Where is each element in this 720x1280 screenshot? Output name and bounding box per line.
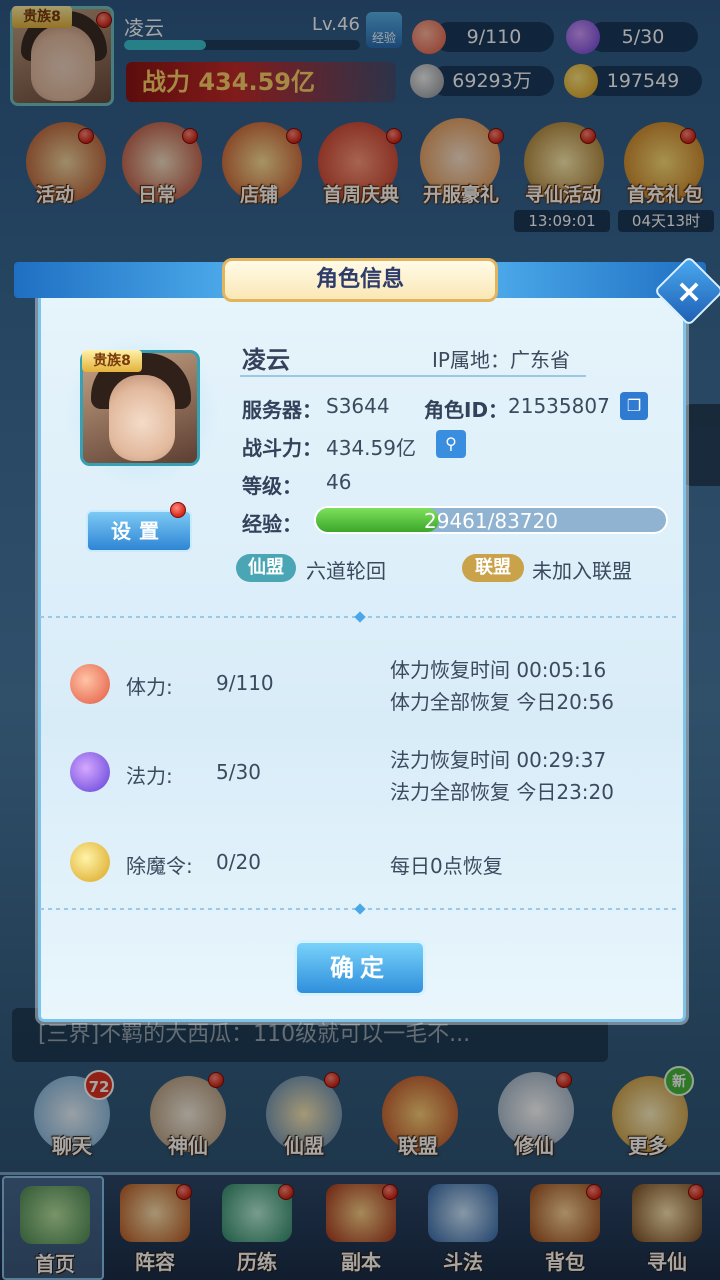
demon-token-icon [70,842,110,882]
exp-label: 经验： [242,512,302,536]
power-value: 434.59亿 [326,436,416,460]
stat-full-recovery: 体力全部恢复 今日20:56 [390,690,614,714]
sect-tag: 仙盟 [236,554,296,582]
sect-name[interactable]: 六道轮回 [306,555,386,584]
exp-progress-text: 29461/83720 [424,509,558,533]
close-icon: × [675,272,703,310]
alliance-tag: 联盟 [462,554,524,582]
level-label: 等级： [242,474,302,498]
stat-value: 0/20 [216,850,261,874]
stat-value: 9/110 [216,671,274,695]
character-name: 凌云 [242,346,290,374]
alliance-name: 未加入联盟 [532,559,632,583]
dialog-title: 角色信息 [222,258,498,302]
role-id-value: 21535807 [508,394,610,418]
stat-label: 体力: [126,675,173,699]
stat-recovery-note: 每日0点恢复 [390,854,503,878]
server-value: S3644 [326,394,390,418]
vip-badge: 贵族8 [82,350,142,372]
notification-dot [170,502,186,518]
peach-icon [70,664,110,704]
search-icon[interactable]: ⚲ [436,430,466,458]
stat-recovery-time: 体力恢复时间 00:05:16 [390,658,607,682]
stat-recovery-time: 法力恢复时间 00:29:37 [390,748,607,772]
name-underline [240,375,586,377]
ip-location: IP属地：广东省 [432,348,570,372]
copy-icon[interactable]: ❐ [620,392,648,420]
server-label: 服务器： [242,398,322,422]
role-id-label: 角色ID： [424,398,509,422]
stat-value: 5/30 [216,760,261,784]
flame-icon [70,752,110,792]
stat-full-recovery: 法力全部恢复 今日23:20 [390,780,614,804]
stat-label: 除魔令: [126,854,193,878]
power-label: 战斗力： [242,436,322,460]
level-value: 46 [326,470,352,494]
confirm-button[interactable]: 确定 [294,940,426,996]
stat-label: 法力: [126,764,173,788]
